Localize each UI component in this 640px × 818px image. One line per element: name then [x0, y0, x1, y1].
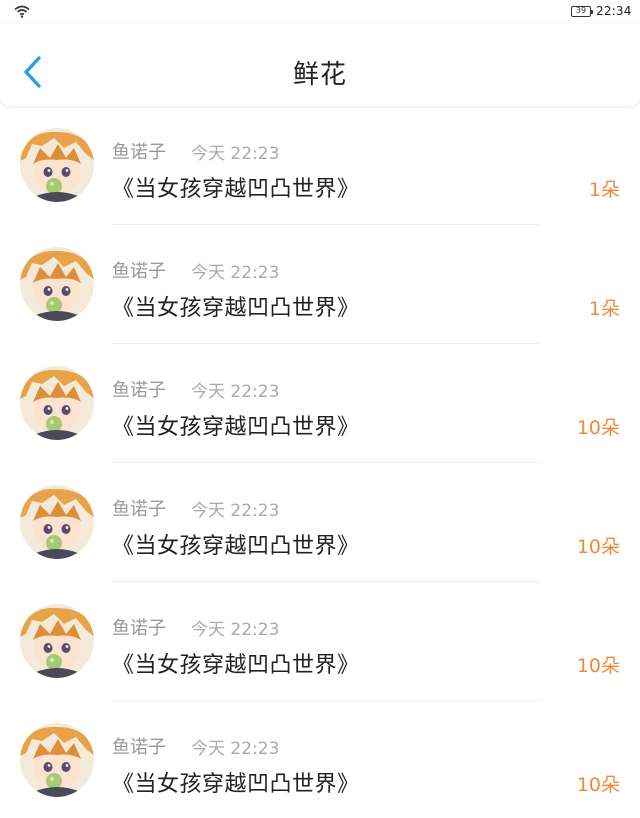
timestamp: 今天 22:23	[191, 144, 280, 164]
avatar[interactable]	[20, 128, 94, 202]
battery-icon: 39	[571, 6, 593, 17]
nav-bar: 鲜花	[0, 24, 640, 106]
book-title[interactable]: 《当女孩穿越凹凸世界》	[112, 647, 360, 679]
book-title[interactable]: 《当女孩穿越凹凸世界》	[112, 290, 360, 322]
sender-name: 鱼诺子	[112, 737, 166, 758]
avatar[interactable]	[20, 604, 94, 678]
timestamp: 今天 22:23	[191, 382, 280, 402]
flower-count: 10朵	[576, 417, 620, 439]
avatar[interactable]	[20, 247, 94, 321]
flower-count: 1朵	[588, 179, 620, 201]
flower-count: 10朵	[576, 536, 620, 558]
flower-count: 10朵	[576, 774, 620, 796]
avatar[interactable]	[20, 485, 94, 559]
list-item[interactable]: 鱼诺子 今天 22:23 《当女孩穿越凹凸世界》 10朵	[0, 463, 640, 582]
status-clock: 22:34	[596, 4, 632, 18]
sender-name: 鱼诺子	[112, 499, 166, 520]
flower-count: 10朵	[576, 655, 620, 677]
avatar[interactable]	[20, 723, 94, 797]
book-title[interactable]: 《当女孩穿越凹凸世界》	[112, 766, 360, 798]
timestamp: 今天 22:23	[191, 263, 280, 283]
timestamp: 今天 22:23	[191, 501, 280, 521]
sender-name: 鱼诺子	[112, 380, 166, 401]
status-bar: 39 22:34	[0, 0, 640, 24]
list-item[interactable]: 鱼诺子 今天 22:23 《当女孩穿越凹凸世界》 1朵	[0, 106, 640, 225]
wifi-icon	[14, 5, 30, 18]
book-title[interactable]: 《当女孩穿越凹凸世界》	[112, 528, 360, 560]
timestamp: 今天 22:23	[191, 620, 280, 640]
sender-name: 鱼诺子	[112, 142, 166, 163]
sender-name: 鱼诺子	[112, 261, 166, 282]
page-title: 鲜花	[292, 60, 347, 90]
flower-count: 1朵	[588, 298, 620, 320]
flower-list: 鱼诺子 今天 22:23 《当女孩穿越凹凸世界》 1朵 鱼诺子 今天 22:23	[0, 106, 640, 818]
book-title[interactable]: 《当女孩穿越凹凸世界》	[112, 409, 360, 441]
avatar[interactable]	[20, 366, 94, 440]
list-item[interactable]: 鱼诺子 今天 22:23 《当女孩穿越凹凸世界》 1朵	[0, 225, 640, 344]
timestamp: 今天 22:23	[191, 739, 280, 759]
list-item[interactable]: 鱼诺子 今天 22:23 《当女孩穿越凹凸世界》 10朵	[0, 344, 640, 463]
sender-name: 鱼诺子	[112, 618, 166, 639]
list-item[interactable]: 鱼诺子 今天 22:23 《当女孩穿越凹凸世界》 10朵	[0, 582, 640, 701]
book-title[interactable]: 《当女孩穿越凹凸世界》	[112, 171, 360, 203]
list-item[interactable]: 鱼诺子 今天 22:23 《当女孩穿越凹凸世界》 10朵	[0, 701, 640, 818]
